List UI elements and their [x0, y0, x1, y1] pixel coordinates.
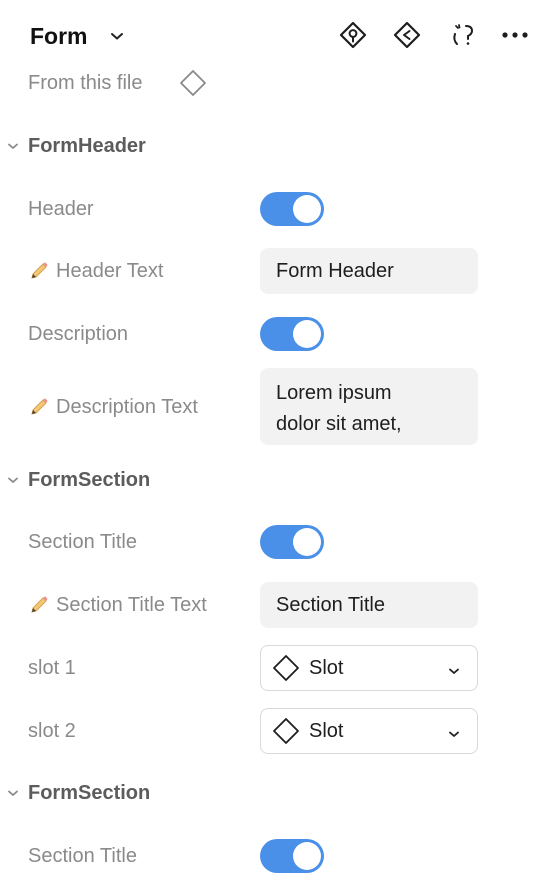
section-title-toggle[interactable]	[260, 525, 324, 559]
prop-label-section-title-text: Section Title Text	[28, 590, 207, 620]
section-title-text-input[interactable]: Section Title	[260, 582, 478, 628]
slot-2-select[interactable]: Slot	[260, 708, 478, 754]
toggle-knob	[293, 528, 321, 556]
pencil-icon	[28, 260, 50, 282]
pencil-icon	[28, 396, 50, 418]
prop-label-section-title: Section Title	[28, 845, 137, 867]
header-text-input[interactable]: Form Header	[260, 248, 478, 294]
prop-label-slot-2: slot 2	[28, 720, 76, 742]
prop-label-description: Description	[28, 323, 129, 345]
component-diamond-icon	[271, 716, 301, 746]
toggle-knob	[293, 195, 321, 223]
section-header-formsection[interactable]: FormSection	[28, 778, 150, 808]
description-toggle[interactable]	[260, 317, 324, 351]
slot-2-value: Slot	[309, 719, 344, 742]
pencil-icon	[28, 594, 50, 616]
section-collapse-chevron-icon[interactable]	[6, 786, 20, 800]
component-source-label: From this file	[28, 72, 143, 94]
reset-instance-icon[interactable]	[390, 18, 424, 52]
header-toggle[interactable]	[260, 192, 324, 226]
chevron-down-icon	[447, 724, 461, 738]
toggle-knob	[293, 320, 321, 348]
prop-label-slot-1: slot 1	[28, 657, 76, 679]
section-header-formheader[interactable]: FormHeader	[28, 131, 146, 161]
prop-label-section-title: Section Title	[28, 531, 137, 553]
chevron-down-icon	[447, 661, 461, 675]
toggle-knob	[293, 842, 321, 870]
chevron-down-icon[interactable]	[107, 26, 127, 46]
panel-title[interactable]: Form	[30, 20, 88, 52]
section-collapse-chevron-icon[interactable]	[6, 473, 20, 487]
prop-label-header-text: Header Text	[28, 256, 163, 286]
detach-instance-icon[interactable]	[446, 18, 480, 52]
section-header-formsection[interactable]: FormSection	[28, 465, 150, 495]
prop-label-header: Header	[28, 198, 94, 220]
description-text-input[interactable]: Lorem ipsum dolor sit amet,	[260, 368, 478, 445]
slot-1-value: Slot	[309, 656, 344, 679]
component-diamond-icon	[271, 653, 301, 683]
go-to-main-component-icon[interactable]	[336, 18, 370, 52]
slot-1-select[interactable]: Slot	[260, 645, 478, 691]
more-options-icon[interactable]	[498, 18, 532, 52]
section-collapse-chevron-icon[interactable]	[6, 139, 20, 153]
section-title-toggle[interactable]	[260, 839, 324, 873]
component-diamond-icon	[178, 68, 208, 98]
prop-label-description-text: Description Text	[28, 392, 198, 422]
